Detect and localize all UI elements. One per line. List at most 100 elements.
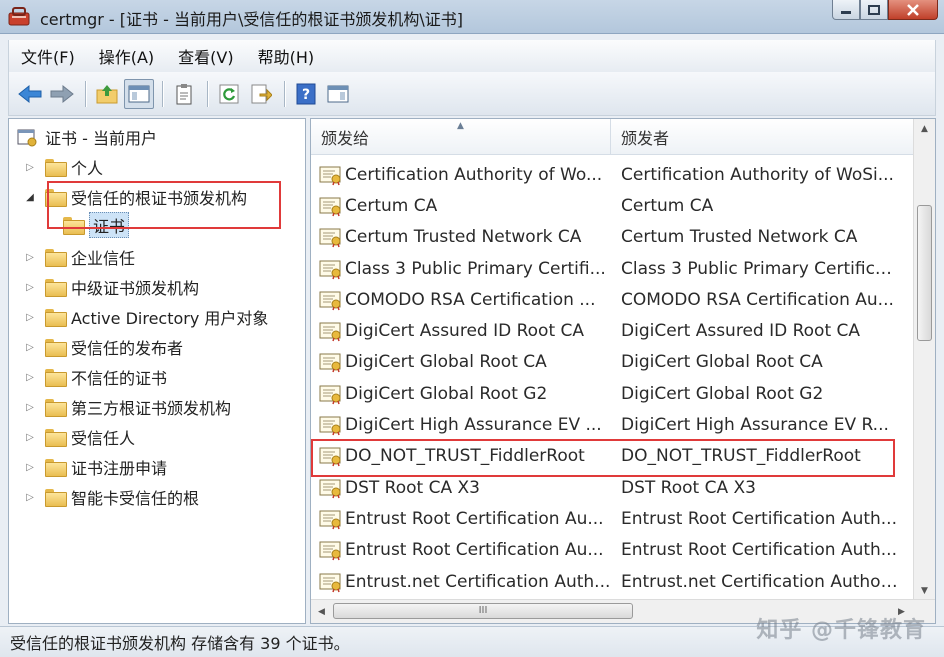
issued-by-cell: Entrust Root Certification Auth...: [621, 540, 897, 561]
certificate-icon: [319, 166, 341, 185]
vertical-scroll-thumb[interactable]: [917, 205, 932, 341]
issued-by-cell: DigiCert Assured ID Root CA: [621, 321, 861, 342]
folder-icon: [45, 369, 67, 387]
column-header-issued-to[interactable]: 颁发给 ▲: [311, 119, 611, 154]
forward-button[interactable]: [47, 79, 77, 109]
certificate-icon: [319, 260, 341, 279]
horizontal-scroll-thumb[interactable]: III: [333, 603, 633, 619]
issued-to-cell: Class 3 Public Primary Certifi...: [345, 258, 606, 279]
menu-bar: 文件(F) 操作(A) 查看(V) 帮助(H): [8, 40, 936, 72]
tree-item-trusted-publishers[interactable]: ▷ 受信任的发布者: [23, 333, 183, 361]
expand-arrow-icon[interactable]: ▷: [23, 162, 37, 173]
folder-icon: [45, 279, 67, 297]
menu-file[interactable]: 文件(F): [9, 40, 87, 72]
certificate-row[interactable]: DigiCert Global Root CA DigiCert Global R…: [311, 347, 913, 378]
close-icon: [907, 3, 919, 16]
certificate-row[interactable]: DigiCert Assured ID Root CA DigiCert Assu…: [311, 315, 913, 346]
maximize-button[interactable]: [860, 0, 888, 20]
menu-help[interactable]: 帮助(H): [246, 40, 327, 72]
issued-by-cell: Certification Authority of WoSi...: [621, 164, 894, 185]
tree-root[interactable]: 证书 - 当前用户: [9, 123, 157, 151]
tree-root-label: 证书 - 当前用户: [45, 129, 157, 148]
folder-icon: [45, 459, 67, 477]
certificate-row[interactable]: Entrust Root Certification Au... Entrust …: [311, 503, 913, 534]
tree-item-label: 智能卡受信任的根: [71, 489, 200, 508]
show-action-pane-button[interactable]: [323, 79, 353, 109]
expand-arrow-icon[interactable]: ▷: [23, 312, 37, 323]
tree-item-trusted-people[interactable]: ▷ 受信任人: [23, 423, 135, 451]
column-header-issued-by[interactable]: 颁发者: [611, 119, 913, 154]
tree-item-label: 受信任人: [71, 429, 136, 448]
menu-action[interactable]: 操作(A): [87, 40, 166, 72]
expand-arrow-icon[interactable]: ▷: [23, 462, 37, 473]
issued-by-cell: DigiCert High Assurance EV R...: [621, 415, 889, 436]
scroll-up-arrow-icon[interactable]: ▲: [914, 119, 935, 139]
certificate-store-icon: [17, 129, 37, 147]
certificate-row[interactable]: COMODO RSA Certification ... COMODO RSA C…: [311, 284, 913, 315]
show-hide-console-tree-button[interactable]: [124, 78, 154, 109]
expand-arrow-icon[interactable]: ▷: [23, 402, 37, 413]
export-icon: [251, 84, 272, 103]
scroll-down-arrow-icon[interactable]: ▼: [914, 581, 935, 601]
certificate-row[interactable]: Certification Authority of Wo... Certific…: [311, 159, 913, 190]
expand-arrow-icon[interactable]: ▷: [23, 372, 37, 383]
certificate-row[interactable]: Certum Trusted Network CA Certum Trusted …: [311, 222, 913, 253]
tree-item-enterprise-trust[interactable]: ▷ 企业信任: [23, 243, 135, 271]
back-button[interactable]: [15, 79, 45, 109]
watermark: 知乎 @千锋教育: [756, 618, 926, 643]
certificate-row[interactable]: Certum CA Certum CA: [311, 190, 913, 221]
export-list-button[interactable]: [246, 79, 276, 109]
certificate-row[interactable]: DigiCert Global Root G2 DigiCert Global R…: [311, 378, 913, 409]
scroll-left-arrow-icon[interactable]: ◀: [311, 602, 332, 622]
tree-item-label: 不信任的证书: [71, 369, 168, 388]
certificate-row[interactable]: Class 3 Public Primary Certifi... Class 3…: [311, 253, 913, 284]
list-header: 颁发给 ▲ 颁发者: [311, 119, 913, 155]
issued-to-cell: DigiCert High Assurance EV ...: [345, 415, 602, 436]
close-button[interactable]: [888, 0, 938, 20]
tree-item-enrollment-requests[interactable]: ▷ 证书注册申请: [23, 453, 167, 481]
tree-item-active-directory[interactable]: ▷ Active Directory 用户对象: [23, 303, 268, 331]
folder-icon: [45, 429, 67, 447]
menu-view[interactable]: 查看(V): [166, 40, 245, 72]
column-header-label: 颁发者: [621, 128, 670, 148]
expand-arrow-icon[interactable]: ▷: [23, 252, 37, 263]
minimize-button[interactable]: [832, 0, 860, 20]
tree-item-personal[interactable]: ▷ 个人: [23, 153, 103, 181]
vertical-scrollbar[interactable]: ▲ ▼: [913, 119, 935, 601]
title-bar: certmgr - [证书 - 当前用户\受信任的根证书颁发机构\证书]: [0, 0, 944, 34]
issued-to-cell: DigiCert Global Root G2: [345, 383, 548, 404]
issued-by-cell: Entrust Root Certification Auth...: [621, 508, 897, 529]
tree-item-intermediate[interactable]: ▷ 中级证书颁发机构: [23, 273, 199, 301]
expand-arrow-icon[interactable]: ▷: [23, 342, 37, 353]
help-button[interactable]: ?: [291, 79, 321, 109]
issued-by-cell: DST Root CA X3: [621, 477, 756, 498]
console-tree-icon: [128, 85, 150, 102]
certificate-row[interactable]: Entrust Root Certification Au... Entrust …: [311, 535, 913, 566]
tree-item-third-party-root[interactable]: ▷ 第三方根证书颁发机构: [23, 393, 231, 421]
certificate-icon: [319, 291, 341, 311]
certificate-icon: [319, 322, 341, 342]
certificate-row[interactable]: Entrust.net Certification Auth... Entrust…: [311, 566, 913, 597]
collapse-arrow-icon[interactable]: ◢: [23, 192, 37, 203]
issued-to-cell: DST Root CA X3: [345, 477, 480, 498]
issued-by-cell: Certum Trusted Network CA: [621, 227, 858, 248]
tree-item-label: 中级证书颁发机构: [71, 279, 200, 298]
clipboard-icon: [176, 83, 192, 104]
certificate-icon: [319, 385, 341, 404]
tree-item-untrusted[interactable]: ▷ 不信任的证书: [23, 363, 167, 391]
maximize-icon: [868, 4, 880, 15]
toolbar-separator: [207, 80, 208, 107]
expand-arrow-icon[interactable]: ▷: [23, 432, 37, 443]
tree-item-smart-card-root[interactable]: ▷ 智能卡受信任的根: [23, 483, 199, 511]
issued-to-cell: DigiCert Assured ID Root CA: [345, 321, 585, 342]
properties-button[interactable]: [169, 79, 199, 109]
toolbar-separator: [284, 80, 285, 107]
certificate-row[interactable]: DigiCert High Assurance EV ... DigiCert H…: [311, 409, 913, 440]
expand-arrow-icon[interactable]: ▷: [23, 282, 37, 293]
tree-item-label: 企业信任: [71, 249, 136, 268]
up-level-button[interactable]: [92, 79, 122, 109]
issued-to-cell: DigiCert Global Root CA: [345, 352, 547, 373]
refresh-button[interactable]: [214, 79, 244, 109]
expand-arrow-icon[interactable]: ▷: [23, 492, 37, 503]
tree-item-label: 证书注册申请: [71, 459, 168, 478]
